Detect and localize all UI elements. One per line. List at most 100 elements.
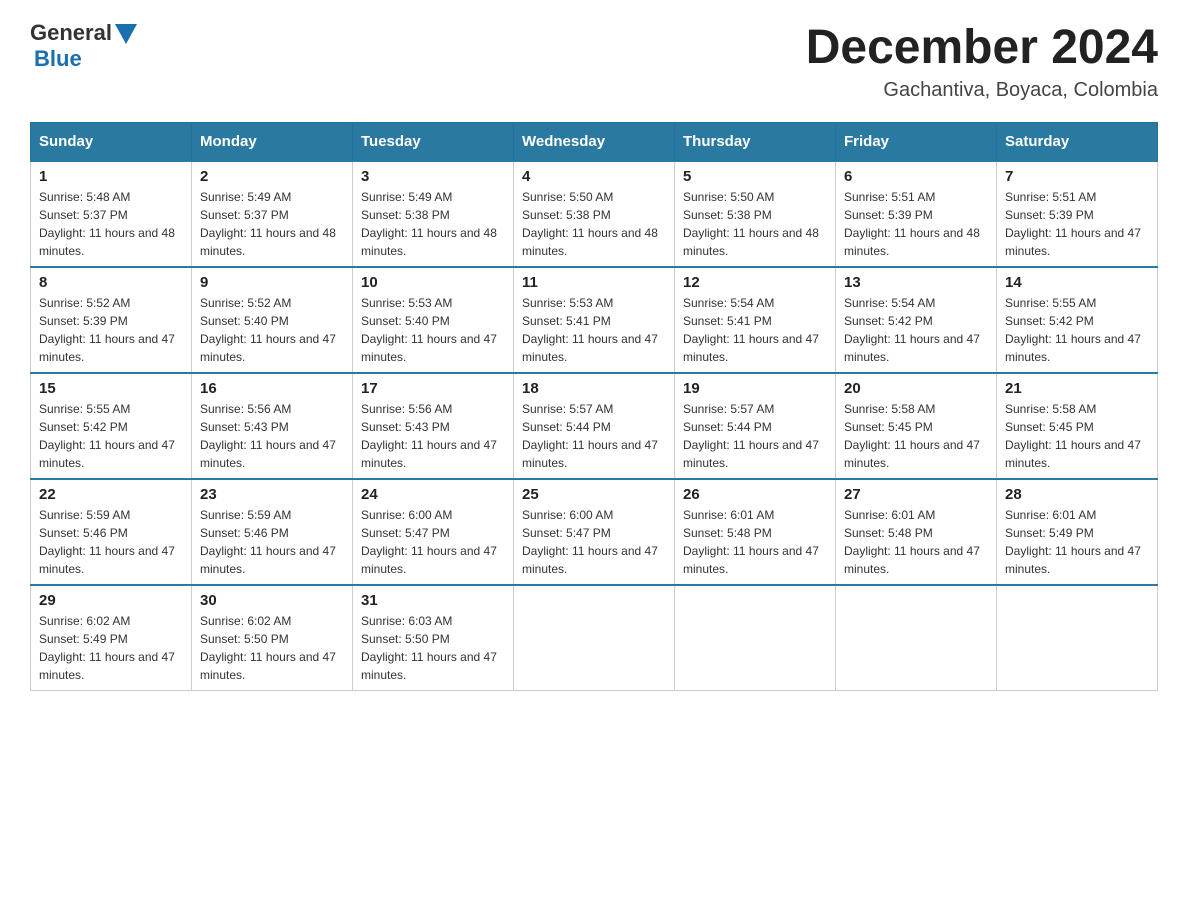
day-number: 24 bbox=[361, 486, 505, 503]
header-wednesday: Wednesday bbox=[514, 123, 675, 162]
day-info: Sunrise: 5:59 AMSunset: 5:46 PMDaylight:… bbox=[39, 506, 183, 578]
header-saturday: Saturday bbox=[997, 123, 1158, 162]
header-sunday: Sunday bbox=[31, 123, 192, 162]
day-info: Sunrise: 5:48 AMSunset: 5:37 PMDaylight:… bbox=[39, 188, 183, 260]
day-number: 18 bbox=[522, 380, 666, 397]
day-info: Sunrise: 5:49 AMSunset: 5:38 PMDaylight:… bbox=[361, 188, 505, 260]
day-info: Sunrise: 5:58 AMSunset: 5:45 PMDaylight:… bbox=[1005, 400, 1149, 472]
day-info: Sunrise: 5:51 AMSunset: 5:39 PMDaylight:… bbox=[1005, 188, 1149, 260]
day-info: Sunrise: 5:59 AMSunset: 5:46 PMDaylight:… bbox=[200, 506, 344, 578]
week-row-2: 8 Sunrise: 5:52 AMSunset: 5:39 PMDaylight… bbox=[31, 267, 1158, 373]
day-number: 6 bbox=[844, 168, 988, 185]
day-info: Sunrise: 5:57 AMSunset: 5:44 PMDaylight:… bbox=[522, 400, 666, 472]
day-number: 27 bbox=[844, 486, 988, 503]
day-info: Sunrise: 5:50 AMSunset: 5:38 PMDaylight:… bbox=[683, 188, 827, 260]
calendar-cell bbox=[514, 585, 675, 691]
calendar-cell: 5 Sunrise: 5:50 AMSunset: 5:38 PMDaylight… bbox=[675, 161, 836, 267]
day-number: 28 bbox=[1005, 486, 1149, 503]
calendar-cell: 25 Sunrise: 6:00 AMSunset: 5:47 PMDayligh… bbox=[514, 479, 675, 585]
day-info: Sunrise: 5:54 AMSunset: 5:41 PMDaylight:… bbox=[683, 294, 827, 366]
calendar-cell: 26Sunrise: 6:01 AMSunset: 5:48 PMDayligh… bbox=[675, 479, 836, 585]
calendar-cell: 12 Sunrise: 5:54 AMSunset: 5:41 PMDayligh… bbox=[675, 267, 836, 373]
day-number: 1 bbox=[39, 168, 183, 185]
day-number: 19 bbox=[683, 380, 827, 397]
day-number: 22 bbox=[39, 486, 183, 503]
day-number: 5 bbox=[683, 168, 827, 185]
day-number: 16 bbox=[200, 380, 344, 397]
day-info: Sunrise: 5:55 AMSunset: 5:42 PMDaylight:… bbox=[39, 400, 183, 472]
day-number: 26 bbox=[683, 486, 827, 503]
calendar-cell: 31Sunrise: 6:03 AMSunset: 5:50 PMDayligh… bbox=[353, 585, 514, 691]
day-number: 15 bbox=[39, 380, 183, 397]
day-info: Sunrise: 5:53 AMSunset: 5:41 PMDaylight:… bbox=[522, 294, 666, 366]
day-number: 2 bbox=[200, 168, 344, 185]
day-info: Sunrise: 5:56 AMSunset: 5:43 PMDaylight:… bbox=[361, 400, 505, 472]
week-row-5: 29Sunrise: 6:02 AMSunset: 5:49 PMDayligh… bbox=[31, 585, 1158, 691]
week-row-1: 1 Sunrise: 5:48 AMSunset: 5:37 PMDaylight… bbox=[31, 161, 1158, 267]
day-number: 7 bbox=[1005, 168, 1149, 185]
calendar-cell bbox=[997, 585, 1158, 691]
day-info: Sunrise: 6:01 AMSunset: 5:48 PMDaylight:… bbox=[844, 506, 988, 578]
day-info: Sunrise: 5:55 AMSunset: 5:42 PMDaylight:… bbox=[1005, 294, 1149, 366]
header-monday: Monday bbox=[192, 123, 353, 162]
day-info: Sunrise: 5:54 AMSunset: 5:42 PMDaylight:… bbox=[844, 294, 988, 366]
location-title: Gachantiva, Boyaca, Colombia bbox=[806, 79, 1158, 102]
day-number: 21 bbox=[1005, 380, 1149, 397]
calendar-cell: 17 Sunrise: 5:56 AMSunset: 5:43 PMDayligh… bbox=[353, 373, 514, 479]
day-info: Sunrise: 5:57 AMSunset: 5:44 PMDaylight:… bbox=[683, 400, 827, 472]
header-tuesday: Tuesday bbox=[353, 123, 514, 162]
week-row-4: 22 Sunrise: 5:59 AMSunset: 5:46 PMDayligh… bbox=[31, 479, 1158, 585]
day-info: Sunrise: 6:02 AMSunset: 5:50 PMDaylight:… bbox=[200, 612, 344, 684]
header-thursday: Thursday bbox=[675, 123, 836, 162]
calendar-cell: 16 Sunrise: 5:56 AMSunset: 5:43 PMDayligh… bbox=[192, 373, 353, 479]
calendar-cell: 22 Sunrise: 5:59 AMSunset: 5:46 PMDayligh… bbox=[31, 479, 192, 585]
day-number: 3 bbox=[361, 168, 505, 185]
calendar-cell bbox=[836, 585, 997, 691]
day-number: 20 bbox=[844, 380, 988, 397]
day-number: 11 bbox=[522, 274, 666, 291]
calendar-cell: 10 Sunrise: 5:53 AMSunset: 5:40 PMDayligh… bbox=[353, 267, 514, 373]
day-info: Sunrise: 5:52 AMSunset: 5:40 PMDaylight:… bbox=[200, 294, 344, 366]
calendar-cell: 15 Sunrise: 5:55 AMSunset: 5:42 PMDayligh… bbox=[31, 373, 192, 479]
day-info: Sunrise: 5:56 AMSunset: 5:43 PMDaylight:… bbox=[200, 400, 344, 472]
calendar-table: SundayMondayTuesdayWednesdayThursdayFrid… bbox=[30, 122, 1158, 691]
day-number: 17 bbox=[361, 380, 505, 397]
day-info: Sunrise: 5:53 AMSunset: 5:40 PMDaylight:… bbox=[361, 294, 505, 366]
day-info: Sunrise: 6:00 AMSunset: 5:47 PMDaylight:… bbox=[522, 506, 666, 578]
calendar-cell: 21 Sunrise: 5:58 AMSunset: 5:45 PMDayligh… bbox=[997, 373, 1158, 479]
day-info: Sunrise: 6:02 AMSunset: 5:49 PMDaylight:… bbox=[39, 612, 183, 684]
day-number: 13 bbox=[844, 274, 988, 291]
calendar-cell: 18 Sunrise: 5:57 AMSunset: 5:44 PMDayligh… bbox=[514, 373, 675, 479]
calendar-cell: 20Sunrise: 5:58 AMSunset: 5:45 PMDayligh… bbox=[836, 373, 997, 479]
day-info: Sunrise: 5:49 AMSunset: 5:37 PMDaylight:… bbox=[200, 188, 344, 260]
month-title: December 2024 bbox=[806, 20, 1158, 75]
logo-general-text: General bbox=[30, 20, 112, 46]
page-header: General Blue December 2024 Gachantiva, B… bbox=[30, 20, 1158, 102]
calendar-cell: 24Sunrise: 6:00 AMSunset: 5:47 PMDayligh… bbox=[353, 479, 514, 585]
calendar-cell: 13 Sunrise: 5:54 AMSunset: 5:42 PMDayligh… bbox=[836, 267, 997, 373]
calendar-cell: 8 Sunrise: 5:52 AMSunset: 5:39 PMDaylight… bbox=[31, 267, 192, 373]
header-friday: Friday bbox=[836, 123, 997, 162]
day-number: 25 bbox=[522, 486, 666, 503]
calendar-cell: 30 Sunrise: 6:02 AMSunset: 5:50 PMDayligh… bbox=[192, 585, 353, 691]
logo-arrow-icon bbox=[115, 24, 137, 44]
calendar-cell: 27 Sunrise: 6:01 AMSunset: 5:48 PMDayligh… bbox=[836, 479, 997, 585]
title-section: December 2024 Gachantiva, Boyaca, Colomb… bbox=[806, 20, 1158, 102]
day-number: 12 bbox=[683, 274, 827, 291]
calendar-header-row: SundayMondayTuesdayWednesdayThursdayFrid… bbox=[31, 123, 1158, 162]
calendar-cell: 14Sunrise: 5:55 AMSunset: 5:42 PMDayligh… bbox=[997, 267, 1158, 373]
day-number: 4 bbox=[522, 168, 666, 185]
calendar-cell: 2 Sunrise: 5:49 AMSunset: 5:37 PMDaylight… bbox=[192, 161, 353, 267]
day-info: Sunrise: 5:50 AMSunset: 5:38 PMDaylight:… bbox=[522, 188, 666, 260]
calendar-cell: 3 Sunrise: 5:49 AMSunset: 5:38 PMDaylight… bbox=[353, 161, 514, 267]
day-number: 8 bbox=[39, 274, 183, 291]
calendar-cell: 4 Sunrise: 5:50 AMSunset: 5:38 PMDaylight… bbox=[514, 161, 675, 267]
week-row-3: 15 Sunrise: 5:55 AMSunset: 5:42 PMDayligh… bbox=[31, 373, 1158, 479]
day-info: Sunrise: 5:52 AMSunset: 5:39 PMDaylight:… bbox=[39, 294, 183, 366]
day-number: 30 bbox=[200, 592, 344, 609]
calendar-cell: 11 Sunrise: 5:53 AMSunset: 5:41 PMDayligh… bbox=[514, 267, 675, 373]
day-number: 10 bbox=[361, 274, 505, 291]
day-number: 9 bbox=[200, 274, 344, 291]
day-info: Sunrise: 5:51 AMSunset: 5:39 PMDaylight:… bbox=[844, 188, 988, 260]
logo: General Blue bbox=[30, 20, 137, 72]
